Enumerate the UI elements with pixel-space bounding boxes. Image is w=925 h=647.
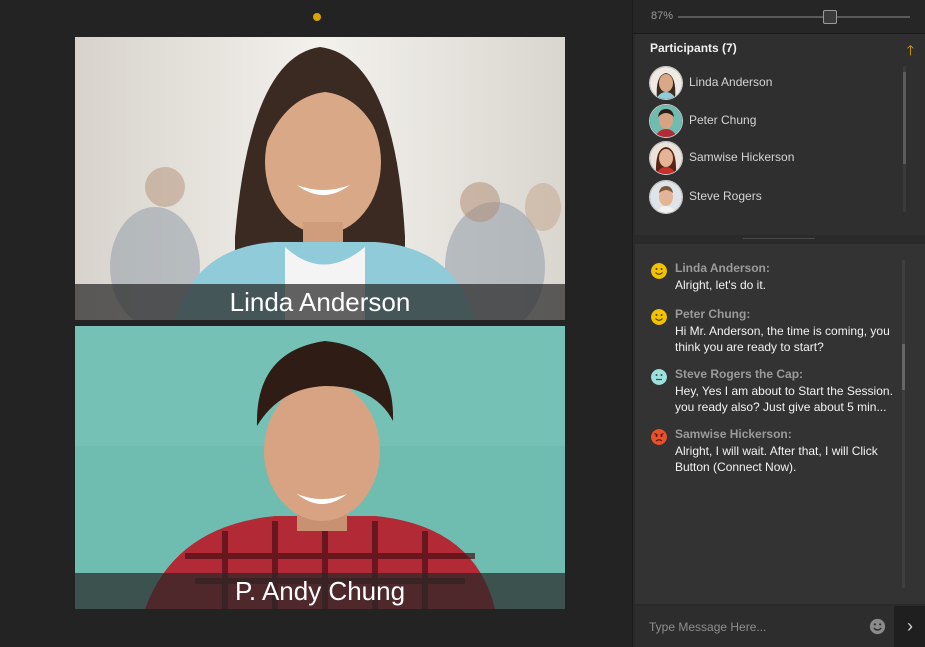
participant-name: Peter Chung [689,113,757,127]
participants-panel: Participants (7) 🡑 Linda Anderson Peter … [635,34,925,235]
video-caption: Linda Anderson [75,284,565,320]
avatar-image [650,142,682,174]
participant-item[interactable]: Peter Chung [649,104,899,138]
video-tile-andy[interactable]: P. Andy Chung [75,326,565,609]
participant-name: Linda Anderson [689,75,773,89]
angry-emoji-icon [651,429,667,445]
participant-name: Steve Rogers [689,189,762,203]
avatar [649,180,683,214]
panel-divider[interactable] [743,238,815,239]
message-author: Peter Chung: [675,307,751,321]
message-author: Steve Rogers the Cap: [675,367,804,381]
chevron-right-icon: › [907,616,913,636]
video-tile-linda[interactable]: Linda Anderson [75,37,565,320]
smile-emoji-icon [651,309,667,325]
message-author: Linda Anderson: [675,261,770,275]
avatar-image [650,181,682,213]
zoom-slider-handle[interactable] [823,10,837,24]
participants-title: Participants (7) [650,41,737,55]
participant-item[interactable]: Samwise Hickerson [649,141,899,175]
message-text: Alright, let's do it. [675,278,766,292]
collapse-arrow-icon[interactable]: 🡑 [907,40,914,64]
avatar [649,104,683,138]
avatar [649,66,683,100]
chat-panel: Linda Anderson: Alright, let's do it. Pe… [635,244,925,604]
chat-scrollbar-thumb[interactable] [902,344,905,390]
smile-emoji-icon [651,263,667,279]
video-stage: Linda Anderson P. Andy Chung [0,0,632,647]
participant-item[interactable]: Steve Rogers [649,180,899,214]
right-sidebar: 87% Participants (7) 🡑 Linda Anderson Pe… [632,0,925,647]
message-author: Samwise Hickerson: [675,427,792,441]
page-indicator-dot[interactable] [313,13,321,21]
avatar-image [650,105,682,137]
message-text: Hey, Yes I am about to Start the Session… [675,384,893,414]
zoom-control: 87% [633,0,925,34]
avatar-image [650,67,682,99]
participants-scrollbar-thumb[interactable] [903,72,906,164]
participant-name: Samwise Hickerson [689,150,795,164]
linda-video-frame [75,37,565,320]
zoom-value: 87% [651,10,674,22]
neutral-emoji-icon [651,369,667,385]
chat-message: Samwise Hickerson: Alright, I will wait.… [651,427,901,477]
chat-message: Linda Anderson: Alright, let's do it. [651,261,901,297]
emoji-picker-icon[interactable] [869,618,886,635]
chat-scrollbar[interactable] [902,260,905,588]
chat-message: Peter Chung: Hi Mr. Anderson, the time i… [651,307,901,357]
avatar [649,141,683,175]
send-button[interactable]: › [894,606,925,647]
zoom-slider-track[interactable] [678,16,910,18]
message-input[interactable] [635,606,889,647]
chat-message: Steve Rogers the Cap: Hey, Yes I am abou… [651,367,901,417]
video-caption: P. Andy Chung [75,573,565,609]
message-composer: › [635,606,925,647]
message-text: Alright, I will wait. After that, I will… [675,444,878,474]
participant-item[interactable]: Linda Anderson [649,66,899,100]
andy-video-frame [75,326,565,609]
message-text: Hi Mr. Anderson, the time is coming, you… [675,324,890,354]
